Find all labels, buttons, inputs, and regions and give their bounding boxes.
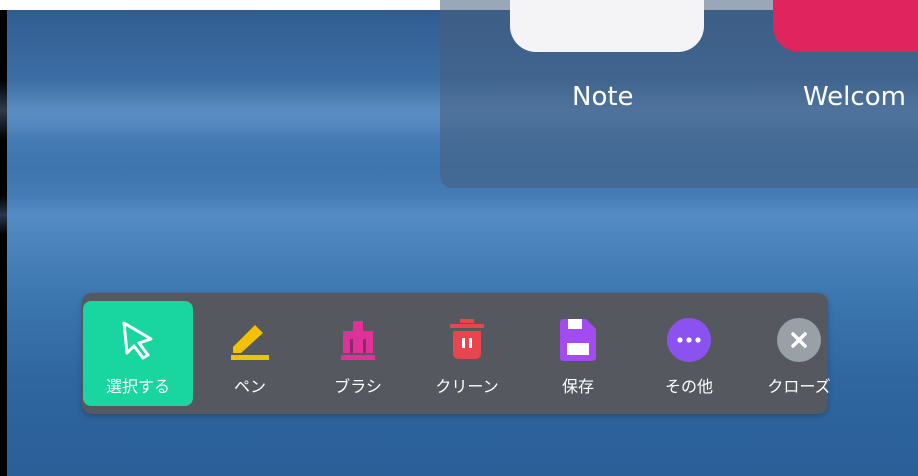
save-tool-button[interactable]: 保存 — [523, 301, 633, 406]
brush-tool-label: ブラシ — [334, 377, 382, 396]
clean-tool-label: クリーン — [435, 377, 499, 396]
select-tool-button[interactable]: 選択する — [83, 301, 193, 406]
brush-tool-button[interactable]: ブラシ — [303, 301, 413, 406]
wallpaper-stream — [0, 195, 918, 235]
close-icon — [777, 318, 821, 362]
note-app-label[interactable]: Note — [572, 82, 634, 112]
save-icon — [560, 319, 596, 361]
welcome-app-label[interactable]: Welcom — [803, 82, 918, 112]
welcome-app-icon[interactable] — [773, 0, 918, 52]
pen-tool-label: ペン — [233, 377, 266, 396]
brush-icon — [341, 321, 375, 360]
cursor-select-icon — [122, 321, 153, 360]
more-tool-label: その他 — [664, 377, 713, 396]
trash-icon — [450, 319, 484, 359]
more-icon — [667, 318, 711, 362]
close-tool-label: クローズ — [767, 377, 831, 396]
close-tool-button[interactable]: クローズ — [744, 301, 854, 406]
annotation-toolbar: 選択する ペン ブラシ クリーン 保存 その他 クローズ — [82, 293, 831, 414]
more-tool-button[interactable]: その他 — [634, 301, 744, 406]
select-tool-label: 選択する — [105, 377, 170, 396]
pen-icon — [231, 325, 269, 360]
screen-edge-left — [0, 0, 7, 476]
note-app-icon[interactable] — [510, 0, 704, 52]
save-tool-label: 保存 — [561, 377, 594, 396]
pen-tool-button[interactable]: ペン — [195, 301, 305, 406]
clean-tool-button[interactable]: クリーン — [412, 301, 522, 406]
